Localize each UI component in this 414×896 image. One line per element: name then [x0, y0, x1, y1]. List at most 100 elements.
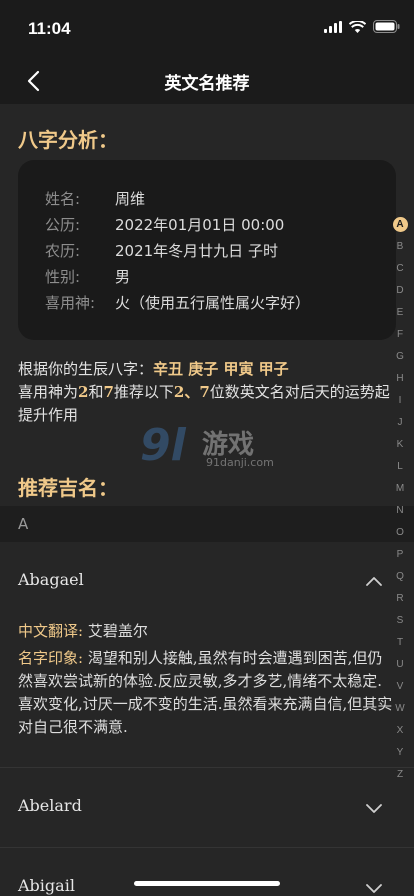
- index-letter-r[interactable]: R: [390, 588, 410, 610]
- name-detail: 中文翻译: 艾碧盖尔 名字印象: 渴望和别人接触,虽然有时会遭遇到困苦,但仍然喜…: [18, 620, 394, 739]
- index-letter-label: F: [396, 329, 404, 340]
- info-value: 2022年01月01日 00:00: [115, 216, 285, 234]
- index-letter-label: N: [396, 505, 404, 516]
- index-letter-label: S: [396, 615, 404, 626]
- index-letter-p[interactable]: P: [390, 544, 410, 566]
- index-letter-label: K: [396, 439, 404, 450]
- index-letter-t[interactable]: T: [390, 632, 410, 654]
- index-letter-e[interactable]: E: [390, 302, 410, 324]
- index-letter-label: W: [395, 703, 405, 714]
- index-letter-o[interactable]: O: [390, 522, 410, 544]
- index-letter-f[interactable]: F: [390, 324, 410, 346]
- home-indicator: [134, 881, 280, 886]
- index-letter-c[interactable]: C: [390, 258, 410, 280]
- name-label: Abigail: [18, 876, 75, 895]
- name-item-abigail[interactable]: Abigail: [0, 848, 414, 896]
- bazi-section-title: 八字分析：: [18, 128, 118, 152]
- info-row-gender: 性别: 男: [45, 266, 130, 290]
- alphabet-index[interactable]: ABCDEFGHIJKLMNOPQRSTUVWXYZ: [390, 214, 410, 786]
- index-letter-label: M: [395, 483, 405, 494]
- index-letter-z[interactable]: Z: [390, 764, 410, 786]
- group-header: A: [0, 506, 414, 542]
- watermark-text: 游戏: [202, 430, 255, 460]
- desc-number: 2: [78, 383, 89, 401]
- info-row-name: 姓名: 周维: [45, 188, 145, 212]
- index-letter-a[interactable]: A: [390, 214, 410, 236]
- desc-number: 7: [103, 383, 114, 401]
- index-letter-d[interactable]: D: [390, 280, 410, 302]
- desc-text: 推荐以下: [113, 383, 174, 401]
- index-letter-label: L: [397, 461, 403, 472]
- status-icons: [324, 20, 400, 33]
- index-letter-w[interactable]: W: [390, 698, 410, 720]
- index-letter-label: O: [396, 527, 404, 538]
- desc-bazi: 辛丑 庚子 甲寅 甲子: [153, 360, 289, 378]
- name-label: Abelard: [18, 796, 82, 815]
- info-label: 公历:: [45, 216, 81, 234]
- status-bar: 11:04: [0, 0, 414, 58]
- group-letter: A: [18, 515, 29, 533]
- info-label: 姓名:: [45, 190, 81, 208]
- desc-text: 喜用神为: [18, 383, 79, 401]
- index-letter-i[interactable]: I: [390, 390, 410, 412]
- info-label: 性别:: [45, 268, 81, 286]
- watermark-mark: 9l: [140, 420, 186, 471]
- info-label: 喜用神:: [45, 294, 96, 312]
- status-time: 11:04: [28, 19, 71, 38]
- name-label: Abagael: [18, 570, 84, 589]
- index-letter-label: X: [396, 725, 404, 736]
- bazi-description: 根据你的生辰八字：辛丑 庚子 甲寅 甲子 喜用神为2和7推荐以下2、7位数英文名…: [18, 358, 398, 427]
- watermark-url: 91danji.com: [206, 456, 274, 469]
- index-letter-n[interactable]: N: [390, 500, 410, 522]
- bazi-info-card: 姓名: 周维 公历: 2022年01月01日 00:00 农历: 2021年冬月…: [18, 160, 396, 340]
- info-value: 火（使用五行属性属火字好）: [115, 294, 311, 312]
- index-letter-x[interactable]: X: [390, 720, 410, 742]
- info-value: 男: [115, 268, 131, 286]
- index-letter-k[interactable]: K: [390, 434, 410, 456]
- index-letter-g[interactable]: G: [390, 346, 410, 368]
- index-letter-label: G: [396, 351, 404, 362]
- index-letter-label: J: [397, 417, 403, 428]
- index-letter-label: B: [396, 241, 404, 252]
- index-letter-label: E: [396, 307, 404, 318]
- index-letter-y[interactable]: Y: [390, 742, 410, 764]
- chevron-down-icon[interactable]: [364, 878, 384, 896]
- info-row-solar-date: 公历: 2022年01月01日 00:00: [45, 214, 284, 238]
- translation-value: 艾碧盖尔: [87, 622, 148, 640]
- index-letter-v[interactable]: V: [390, 676, 410, 698]
- index-letter-label: V: [396, 681, 404, 692]
- signal-icon: [324, 20, 342, 33]
- index-letter-label: C: [396, 263, 404, 274]
- wifi-icon: [349, 20, 366, 33]
- chevron-down-icon[interactable]: [364, 798, 384, 818]
- desc-numbers: 2、7: [173, 383, 210, 401]
- index-letter-q[interactable]: Q: [390, 566, 410, 588]
- index-letter-h[interactable]: H: [390, 368, 410, 390]
- nav-bar: 英文名推荐: [0, 58, 414, 104]
- index-letter-u[interactable]: U: [390, 654, 410, 676]
- index-letter-b[interactable]: B: [390, 236, 410, 258]
- info-label: 农历:: [45, 242, 81, 260]
- index-letter-label: U: [396, 659, 404, 670]
- recommend-section-title: 推荐吉名：: [18, 476, 118, 500]
- page-title: 英文名推荐: [164, 74, 250, 94]
- index-letter-s[interactable]: S: [390, 610, 410, 632]
- info-row-lunar-date: 农历: 2021年冬月廿九日 子时: [45, 240, 278, 264]
- chevron-up-icon[interactable]: [364, 572, 384, 592]
- translation-line: 中文翻译: 艾碧盖尔: [18, 620, 394, 643]
- index-letter-label: Z: [396, 769, 404, 780]
- battery-icon: [373, 20, 400, 33]
- index-letter-label: I: [398, 395, 402, 406]
- index-letter-label: D: [396, 285, 404, 296]
- info-value: 周维: [115, 190, 146, 208]
- watermark-logo: 9l 游戏 91danji.com: [140, 420, 280, 474]
- index-letter-label: P: [396, 549, 404, 560]
- impression-label: 名字印象:: [18, 649, 84, 667]
- index-letter-j[interactable]: J: [390, 412, 410, 434]
- impression-line: 名字印象: 渴望和别人接触,虽然有时会遭遇到困苦,但仍然喜欢尝试新的体验.反应灵…: [18, 647, 394, 739]
- index-letter-l[interactable]: L: [390, 456, 410, 478]
- name-item-abelard[interactable]: Abelard: [0, 768, 414, 848]
- index-letter-m[interactable]: M: [390, 478, 410, 500]
- desc-prefix: 根据你的生辰八字：: [18, 360, 154, 378]
- index-letter-label: A: [392, 217, 408, 232]
